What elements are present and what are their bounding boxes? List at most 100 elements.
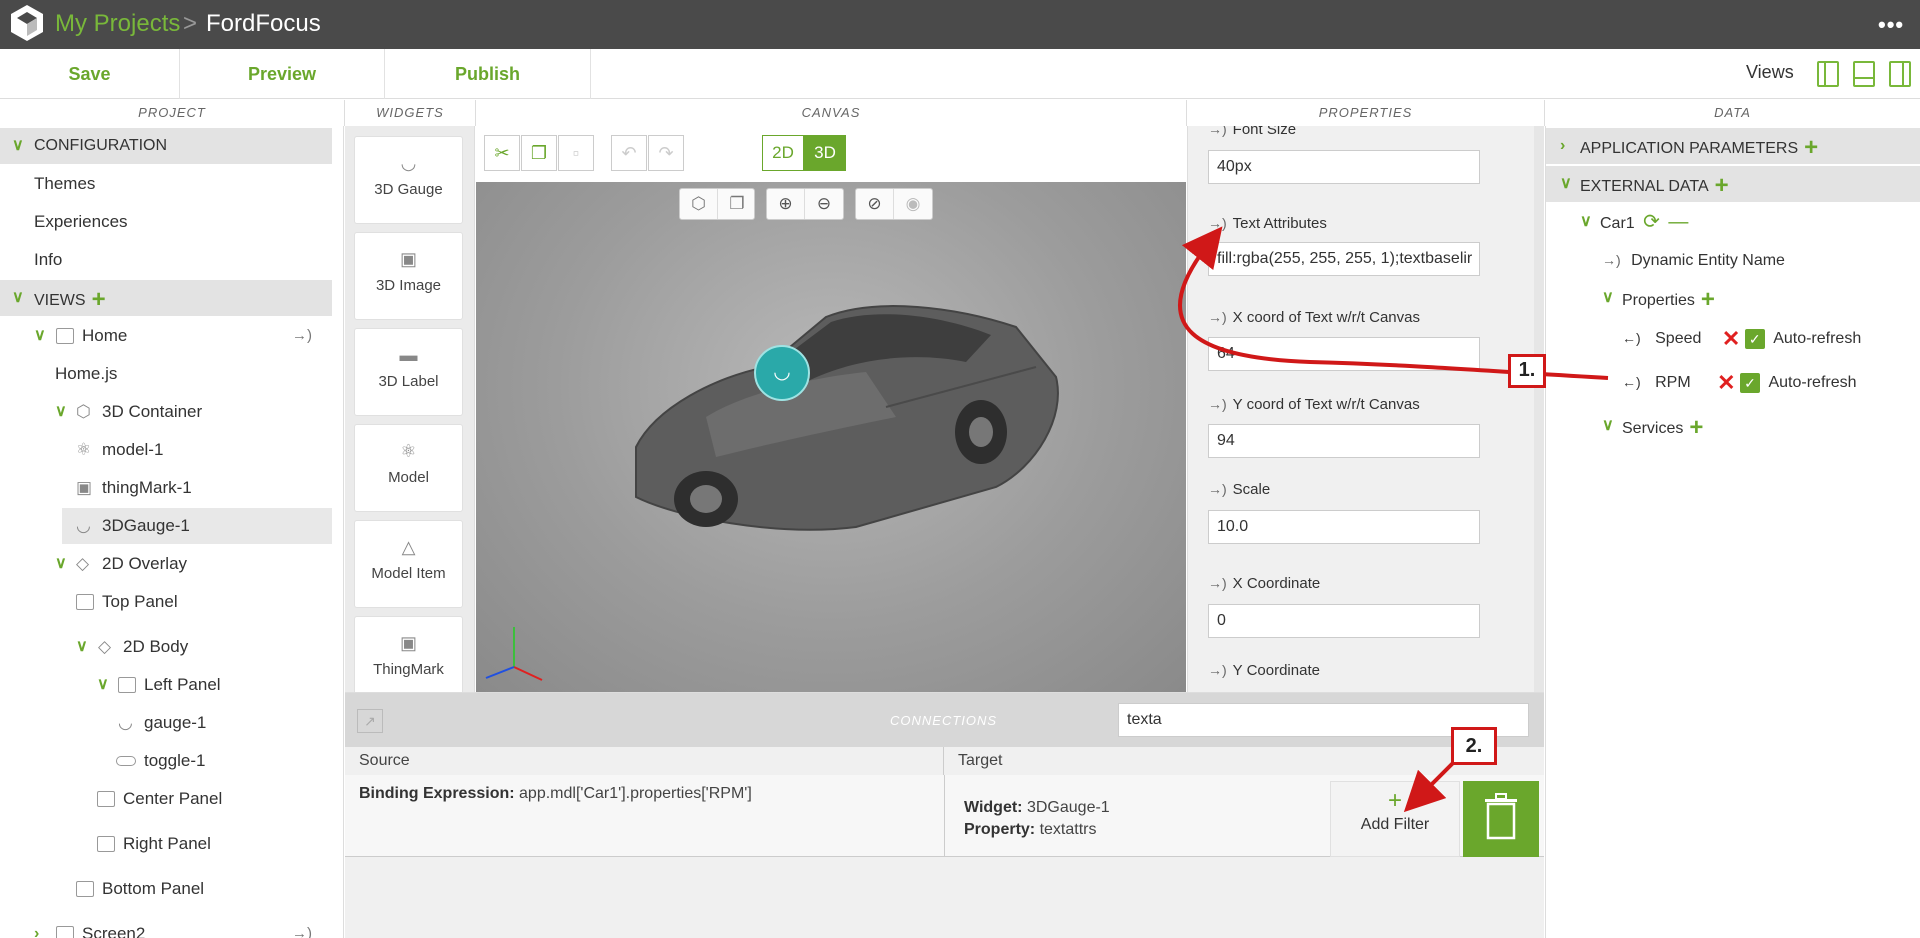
text-attributes-input[interactable]: fill:rgba(255, 255, 255, 1);textbaselir: [1208, 242, 1480, 276]
external-data-section[interactable]: ∨ EXTERNAL DATA +: [1546, 166, 1920, 202]
view-left-panel-icon[interactable]: [1817, 61, 1839, 87]
widget-model[interactable]: ⚛ Model: [354, 424, 463, 512]
tree-item-screen2[interactable]: › Screen2 →): [0, 916, 332, 938]
copy-icon[interactable]: ❐: [521, 135, 557, 171]
x-coordinate-input[interactable]: 0: [1208, 604, 1480, 638]
remove-icon[interactable]: —: [1668, 211, 1688, 233]
widget-3d-image[interactable]: ▣ 3D Image: [354, 232, 463, 320]
image-icon: ▣: [399, 249, 417, 269]
binding-arrow-icon[interactable]: →): [1208, 126, 1227, 137]
cut-icon[interactable]: ✂: [484, 135, 520, 171]
show-icon[interactable]: ◉: [894, 189, 932, 219]
tree-configuration[interactable]: ∨ CONFIGURATION: [0, 128, 332, 164]
app-logo-icon[interactable]: [10, 4, 44, 42]
view-right-panel-icon[interactable]: [1889, 61, 1911, 87]
auto-refresh-checkbox[interactable]: ✓: [1740, 372, 1761, 393]
hide-icon[interactable]: ⊘: [856, 189, 894, 219]
undo-icon[interactable]: ↶: [611, 135, 647, 171]
tree-item-top-panel[interactable]: Top Panel: [0, 584, 332, 620]
add-external-data-icon[interactable]: +: [1715, 172, 1729, 199]
tree-item-gauge-1[interactable]: ◡ gauge-1: [0, 705, 332, 741]
tree-item-model-1[interactable]: ⚛ model-1: [0, 432, 332, 468]
view-tools-group: ⬡ ❐: [679, 188, 755, 220]
delete-property-icon[interactable]: ✕: [1722, 321, 1740, 357]
widget-model-item[interactable]: △ Model Item: [354, 520, 463, 608]
tree-item-bottom-panel[interactable]: Bottom Panel: [0, 871, 332, 907]
tree-item-3dgauge-1[interactable]: ◡ 3DGauge-1: [62, 508, 332, 544]
tree-item-right-panel[interactable]: Right Panel: [0, 826, 332, 862]
trash-icon: [1485, 793, 1517, 840]
widget-label: Model Item: [371, 565, 446, 582]
redo-icon[interactable]: ↷: [648, 135, 684, 171]
3d-viewport[interactable]: ⬡ ❐ ⊕ ⊖ ⊘ ◉ ◡: [476, 182, 1186, 692]
add-view-icon[interactable]: +: [92, 286, 106, 313]
save-button[interactable]: Save: [0, 49, 180, 99]
tree-item-2d-overlay[interactable]: ∨ ◇ 2D Overlay: [0, 546, 332, 582]
binding-arrow-icon[interactable]: →): [1208, 396, 1227, 412]
add-filter-button[interactable]: + Add Filter: [1330, 781, 1460, 857]
binding-arrow-icon[interactable]: →): [1208, 309, 1227, 325]
font-size-input[interactable]: 40px: [1208, 150, 1480, 184]
services-group[interactable]: ∨ Services +: [1602, 408, 1703, 444]
car-model[interactable]: [596, 267, 1066, 537]
tree-views[interactable]: ∨ VIEWS +: [0, 280, 332, 316]
visibility-tools-group: ⊘ ◉: [855, 188, 933, 220]
mode-3d-button[interactable]: 3D: [804, 135, 846, 171]
binding-source-arrow-icon[interactable]: ←): [1622, 330, 1641, 346]
tree-item-info[interactable]: Info: [0, 242, 332, 278]
binding-arrow-icon[interactable]: →): [1208, 662, 1227, 678]
tree-item-2d-body[interactable]: ∨ ◇ 2D Body: [0, 629, 332, 665]
3d-gauge-widget[interactable]: ◡: [754, 345, 810, 401]
navigate-arrow-icon[interactable]: →): [292, 318, 312, 354]
layers-icon: ◇: [76, 554, 90, 573]
y-text-input[interactable]: 94: [1208, 424, 1480, 458]
tree-item-3d-container[interactable]: ∨ ⬡ 3D Container: [0, 394, 332, 430]
export-icon[interactable]: ↗: [357, 709, 383, 733]
paste-icon[interactable]: ▫: [558, 135, 594, 171]
widget-3d-gauge[interactable]: ◡ 3D Gauge: [354, 136, 463, 224]
add-parameter-icon[interactable]: +: [1804, 134, 1818, 161]
widget-3d-label[interactable]: ▬ 3D Label: [354, 328, 463, 416]
add-service-icon[interactable]: +: [1689, 414, 1703, 441]
tree-item-toggle-1[interactable]: toggle-1: [0, 743, 332, 779]
app-parameters-section[interactable]: › APPLICATION PARAMETERS +: [1546, 128, 1920, 164]
binding-arrow-icon[interactable]: →): [1208, 215, 1227, 231]
zoom-fit-icon[interactable]: ⊕: [767, 189, 805, 219]
delete-property-icon[interactable]: ✕: [1717, 365, 1735, 401]
binding-source-arrow-icon[interactable]: ←): [1622, 374, 1641, 390]
scale-input[interactable]: 10.0: [1208, 510, 1480, 544]
tree-item-themes[interactable]: Themes: [0, 166, 332, 202]
add-property-icon[interactable]: +: [1701, 286, 1715, 313]
chevron-down-icon: ∨: [1560, 175, 1572, 192]
tree-item-home[interactable]: ∨ Home →): [0, 318, 332, 354]
dynamic-entity-name[interactable]: →) Dynamic Entity Name: [1602, 242, 1785, 278]
iso-view-icon[interactable]: ⬡: [680, 189, 718, 219]
entity-car1[interactable]: ∨ Car1 ⟳ —: [1580, 204, 1688, 240]
zoom-selected-icon[interactable]: ⊖: [805, 189, 843, 219]
properties-group[interactable]: ∨ Properties +: [1602, 280, 1715, 316]
binding-arrow-icon[interactable]: →): [1208, 481, 1227, 497]
breadcrumb-my-projects[interactable]: My Projects: [55, 10, 180, 38]
refresh-icon[interactable]: ⟳: [1643, 211, 1660, 233]
binding-arrow-icon[interactable]: →): [1602, 252, 1621, 268]
view-bottom-panel-icon[interactable]: [1853, 61, 1875, 87]
property-speed[interactable]: ←) Speed ✕ ✓ Auto-refresh: [1622, 320, 1861, 356]
preview-button[interactable]: Preview: [180, 49, 385, 99]
mode-2d-button[interactable]: 2D: [762, 135, 804, 171]
navigate-arrow-icon[interactable]: →): [292, 916, 312, 938]
frame-view-icon[interactable]: ❐: [718, 189, 756, 219]
tree-item-center-panel[interactable]: Center Panel: [0, 781, 332, 817]
more-menu-icon[interactable]: •••: [1878, 12, 1904, 38]
x-text-input[interactable]: 64: [1208, 337, 1480, 371]
tree-item-left-panel[interactable]: ∨ Left Panel: [0, 667, 332, 703]
publish-button[interactable]: Publish: [385, 49, 591, 99]
binding-arrow-icon[interactable]: →): [1208, 575, 1227, 591]
properties-scrollbar[interactable]: [1534, 126, 1544, 692]
widget-thingmark[interactable]: ▣ ThingMark: [354, 616, 463, 692]
tree-item-home-js[interactable]: Home.js: [0, 356, 332, 392]
property-rpm[interactable]: ←) RPM ✕ ✓ Auto-refresh: [1622, 364, 1857, 400]
delete-connection-button[interactable]: [1463, 781, 1539, 857]
tree-item-experiences[interactable]: Experiences: [0, 204, 332, 240]
auto-refresh-checkbox[interactable]: ✓: [1744, 328, 1765, 349]
tree-item-thingmark-1[interactable]: ▣ thingMark-1: [0, 470, 332, 506]
